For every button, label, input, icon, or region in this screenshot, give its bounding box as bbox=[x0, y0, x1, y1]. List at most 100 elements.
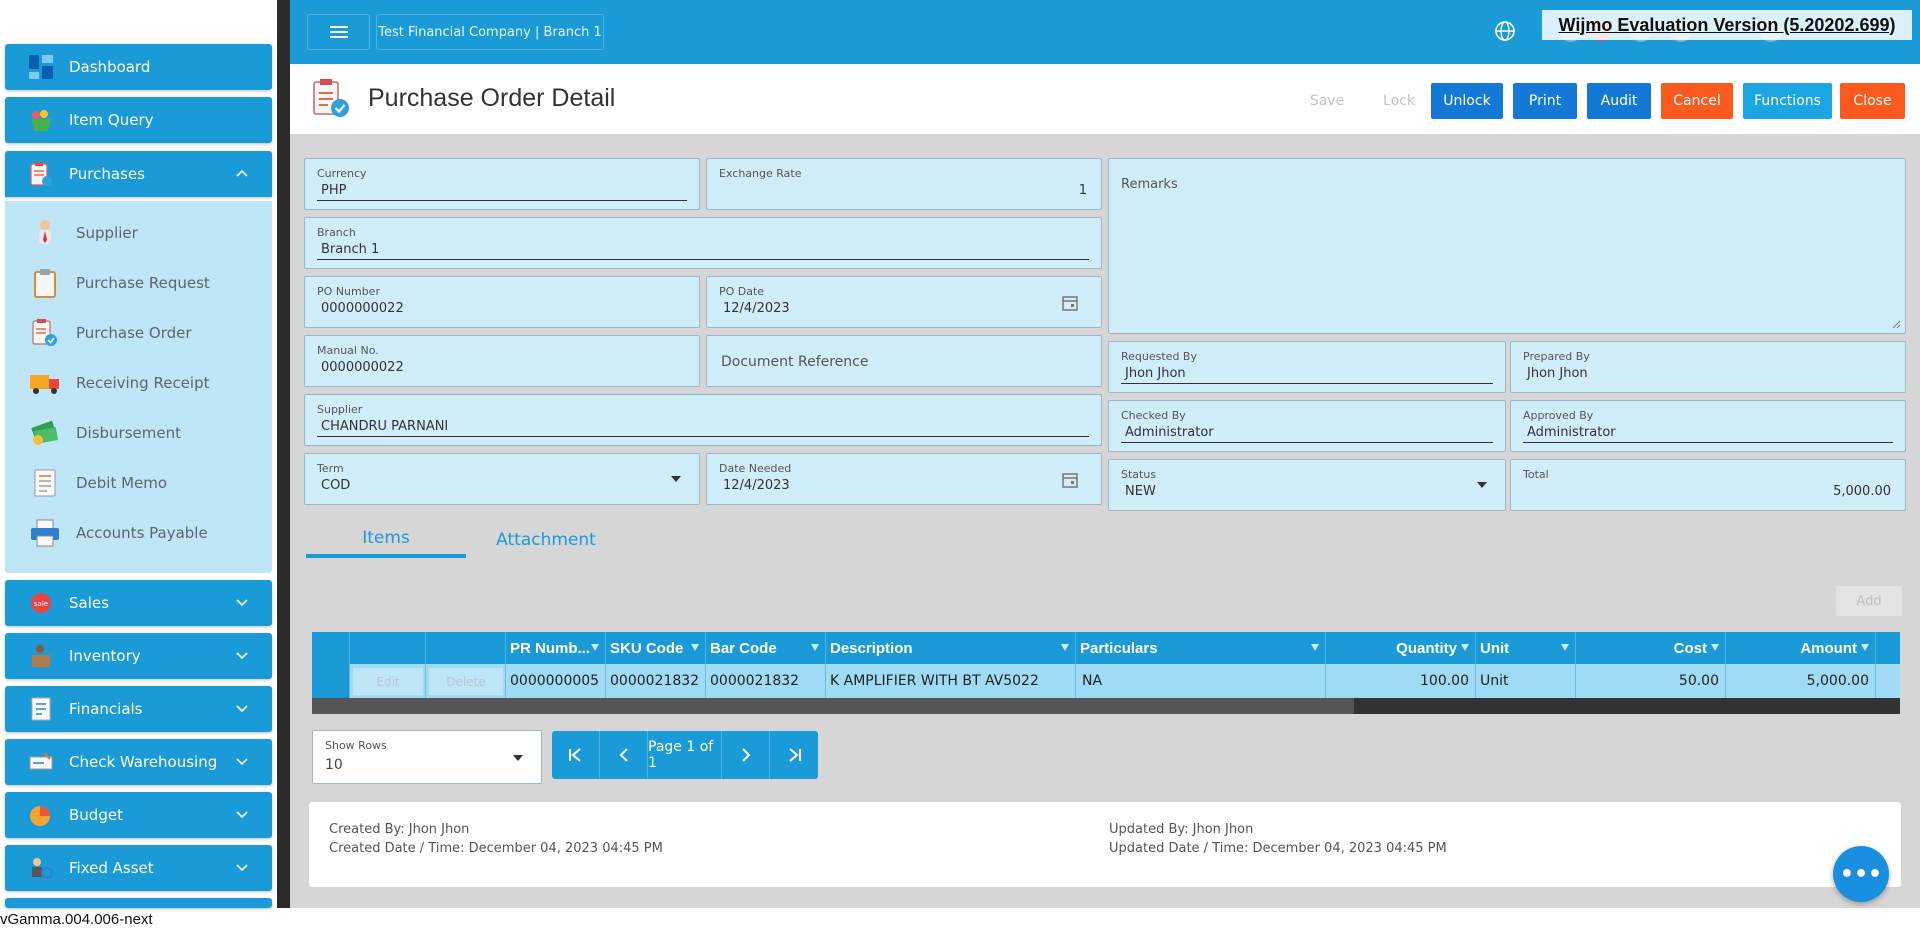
approved-by-field[interactable]: Approved By Administrator bbox=[1510, 400, 1906, 452]
edit-button[interactable]: Edit bbox=[353, 668, 423, 695]
exchange-rate-field[interactable]: Exchange Rate 1 bbox=[706, 158, 1102, 210]
status-field[interactable]: Status NEW bbox=[1108, 459, 1506, 511]
prepared-by-field[interactable]: Prepared By Jhon Jhon bbox=[1510, 341, 1906, 393]
sidebar-item-supplier[interactable]: Supplier bbox=[5, 210, 272, 256]
sidebar-item-disbursement[interactable]: Disbursement bbox=[5, 410, 272, 456]
sidebar-item-purchase-order[interactable]: Purchase Order bbox=[5, 310, 272, 356]
dropdown-arrow-icon[interactable] bbox=[671, 476, 681, 482]
column-cost[interactable]: Cost bbox=[1576, 632, 1726, 664]
filter-icon[interactable] bbox=[1461, 644, 1469, 651]
requested-by-field[interactable]: Requested By Jhon Jhon bbox=[1108, 341, 1506, 393]
calendar-icon[interactable] bbox=[1061, 471, 1079, 489]
branch-field[interactable]: Branch Branch 1 bbox=[304, 217, 1102, 269]
horizontal-scrollbar[interactable] bbox=[312, 698, 1900, 714]
grid-header-edit bbox=[350, 632, 426, 664]
hamburger-icon bbox=[329, 26, 348, 38]
menu-button[interactable] bbox=[307, 14, 370, 50]
unlock-button[interactable]: Unlock bbox=[1431, 83, 1503, 119]
filter-icon[interactable] bbox=[811, 644, 819, 651]
lock-button[interactable]: Lock bbox=[1366, 83, 1432, 119]
main-content: Currency PHP Exchange Rate 1 Remarks Bra… bbox=[290, 134, 1920, 908]
grid-header-delete bbox=[426, 632, 506, 664]
sidebar-item-purchase-request[interactable]: Purchase Request bbox=[5, 260, 272, 306]
cell-pr-number[interactable]: 0000000005 bbox=[506, 664, 606, 698]
document-reference-field[interactable]: Document Reference bbox=[706, 335, 1102, 387]
row-header bbox=[312, 664, 350, 698]
sidebar-item-label: Financials bbox=[69, 700, 143, 718]
column-particulars[interactable]: Particulars bbox=[1076, 632, 1326, 664]
close-button[interactable]: Close bbox=[1840, 83, 1905, 119]
column-description[interactable]: Description bbox=[826, 632, 1076, 664]
supplier-field[interactable]: Supplier CHANDRU PARNANI bbox=[304, 394, 1102, 446]
svg-text:sale: sale bbox=[34, 600, 48, 608]
sidebar-item-check-warehousing[interactable]: Check Warehousing bbox=[5, 739, 272, 785]
column-sku-code[interactable]: SKU Code bbox=[606, 632, 706, 664]
sidebar-item-label: Supplier bbox=[76, 224, 138, 242]
sidebar-item-fixed-asset[interactable]: Fixed Asset bbox=[5, 845, 272, 891]
filter-icon[interactable] bbox=[691, 644, 699, 651]
dropdown-arrow-icon[interactable] bbox=[1477, 482, 1487, 488]
add-button[interactable]: Add bbox=[1836, 586, 1902, 616]
calendar-icon[interactable] bbox=[1061, 294, 1079, 312]
po-number-field[interactable]: PO Number 0000000022 bbox=[304, 276, 700, 328]
remarks-field[interactable]: Remarks bbox=[1108, 158, 1906, 334]
sidebar-item-dashboard[interactable]: Dashboard bbox=[5, 44, 272, 90]
po-date-field[interactable]: PO Date 12/4/2023 bbox=[706, 276, 1102, 328]
cell-bar-code[interactable]: 0000021832 bbox=[706, 664, 826, 698]
print-button[interactable]: Print bbox=[1513, 83, 1577, 119]
wijmo-watermark[interactable]: Wijmo Evaluation Version (5.20202.699) bbox=[1542, 10, 1912, 40]
tab-attachment[interactable]: Attachment bbox=[466, 522, 626, 558]
sidebar-item-purchases[interactable]: Purchases bbox=[5, 151, 272, 197]
cell-description[interactable]: K AMPLIFIER WITH BT AV5022 bbox=[826, 664, 1076, 698]
column-quantity[interactable]: Quantity bbox=[1326, 632, 1476, 664]
filter-icon[interactable] bbox=[1861, 644, 1869, 651]
cell-cost[interactable]: 50.00 bbox=[1576, 664, 1726, 698]
next-page-button[interactable] bbox=[722, 731, 770, 779]
more-actions-button[interactable]: ••• bbox=[1833, 846, 1889, 902]
column-pr-number[interactable]: PR Numb... bbox=[506, 632, 606, 664]
first-page-button[interactable] bbox=[552, 731, 600, 779]
sidebar-item-receiving-receipt[interactable]: Receiving Receipt bbox=[5, 360, 272, 406]
save-button[interactable]: Save bbox=[1294, 83, 1360, 119]
delete-button[interactable]: Delete bbox=[429, 668, 503, 695]
resize-handle-icon[interactable] bbox=[1891, 319, 1901, 329]
cancel-button[interactable]: Cancel bbox=[1661, 83, 1733, 119]
term-field[interactable]: Term COD bbox=[304, 453, 700, 505]
sidebar-item-sales[interactable]: sale Sales bbox=[5, 580, 272, 626]
date-needed-field[interactable]: Date Needed 12/4/2023 bbox=[706, 453, 1102, 505]
show-rows-select[interactable]: Show Rows 10 bbox=[312, 730, 542, 784]
tab-items[interactable]: Items bbox=[306, 522, 466, 558]
column-amount[interactable]: Amount bbox=[1726, 632, 1876, 664]
sidebar-item-debit-memo[interactable]: Debit Memo bbox=[5, 460, 272, 506]
checked-by-field[interactable]: Checked By Administrator bbox=[1108, 400, 1506, 452]
sidebar-item-inventory[interactable]: Inventory bbox=[5, 633, 272, 679]
filter-icon[interactable] bbox=[591, 644, 599, 651]
cell-quantity[interactable]: 100.00 bbox=[1326, 664, 1476, 698]
filter-icon[interactable] bbox=[1711, 644, 1719, 651]
sidebar-item-budget[interactable]: Budget bbox=[5, 792, 272, 838]
table-row[interactable]: Edit Delete 0000000005 0000021832 000002… bbox=[312, 664, 1900, 698]
audit-button[interactable]: Audit bbox=[1587, 83, 1651, 119]
column-bar-code[interactable]: Bar Code bbox=[706, 632, 826, 664]
cell-sku-code[interactable]: 0000021832 bbox=[606, 664, 706, 698]
globe-icon[interactable] bbox=[1494, 20, 1516, 42]
column-unit[interactable]: Unit bbox=[1476, 632, 1576, 664]
filter-icon[interactable] bbox=[1561, 644, 1569, 651]
company-selector[interactable]: Test Financial Company | Branch 1 bbox=[376, 14, 604, 50]
previous-page-button[interactable] bbox=[600, 731, 648, 779]
sidebar-item-item-query[interactable]: Item Query bbox=[5, 97, 272, 143]
cell-unit[interactable]: Unit bbox=[1476, 664, 1576, 698]
page-header: Purchase Order Detail Save Lock Unlock P… bbox=[290, 64, 1920, 134]
manual-no-field[interactable]: Manual No. 0000000022 bbox=[304, 335, 700, 387]
sidebar-item-financials[interactable]: Financials bbox=[5, 686, 272, 732]
sidebar-item-accounts-payable[interactable]: Accounts Payable bbox=[5, 510, 272, 556]
dropdown-arrow-icon[interactable] bbox=[513, 755, 523, 761]
currency-field[interactable]: Currency PHP bbox=[304, 158, 700, 210]
filter-icon[interactable] bbox=[1311, 644, 1319, 651]
cell-particulars[interactable]: NA bbox=[1076, 664, 1326, 698]
last-page-button[interactable] bbox=[770, 731, 818, 779]
cell-amount[interactable]: 5,000.00 bbox=[1726, 664, 1876, 698]
functions-button[interactable]: Functions bbox=[1743, 83, 1832, 119]
scrollbar-thumb[interactable] bbox=[312, 698, 1354, 714]
filter-icon[interactable] bbox=[1061, 644, 1069, 651]
